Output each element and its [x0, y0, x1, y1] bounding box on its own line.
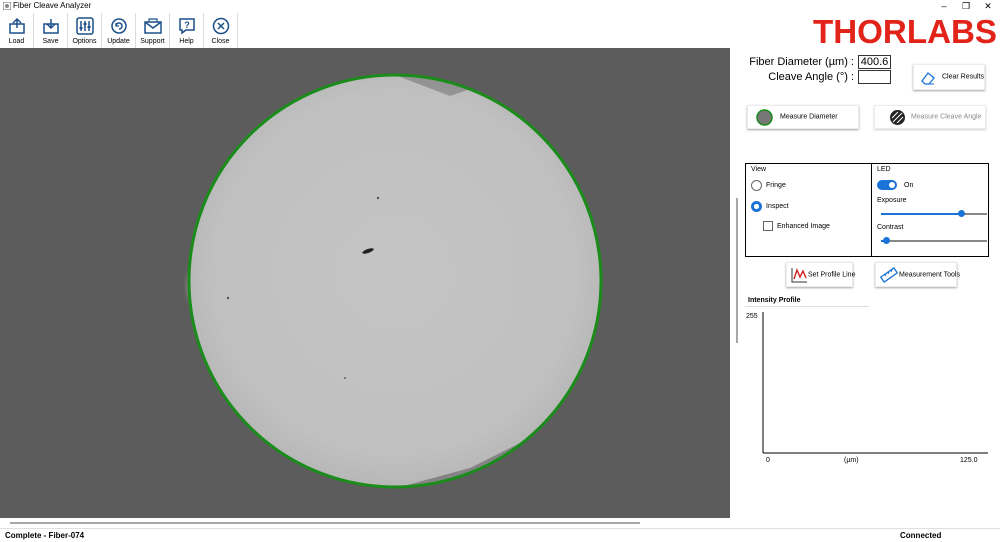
clear-results-label: Clear Results	[942, 73, 985, 81]
contrast-slider[interactable]	[881, 237, 987, 244]
svg-text:?: ?	[184, 20, 190, 30]
set-profile-line-button[interactable]: Set Profile Line	[786, 262, 856, 287]
update-label: Update	[107, 38, 130, 45]
measure-diameter-button[interactable]: Measure Diameter	[747, 105, 859, 129]
horizontal-scroll-thumb[interactable]	[10, 522, 640, 524]
intensity-profile-tab-label: Intensity Profile	[748, 297, 801, 304]
led-panel: LED On Exposure Contrast	[871, 163, 989, 257]
load-icon	[9, 17, 25, 34]
status-text: Complete - Fiber-074	[5, 531, 85, 540]
horizontal-scrollbar[interactable]	[0, 518, 730, 528]
fringe-radio[interactable]	[751, 180, 762, 191]
enhanced-image-checkbox[interactable]	[763, 221, 773, 231]
help-icon: ?	[179, 18, 195, 35]
close-icon	[212, 17, 230, 35]
svg-text:THORLABS: THORLABS	[813, 16, 997, 46]
status-bar: Complete - Fiber-074 Connected	[0, 528, 1000, 542]
fiber-diameter-label: Fiber Diameter (µm) :	[749, 56, 854, 68]
options-button[interactable]: Options	[68, 13, 102, 48]
cleave-angle-value	[858, 70, 891, 84]
intensity-profile-plot: 255 0 (µm) 125.0	[744, 309, 992, 469]
measure-cleave-angle-icon	[890, 110, 905, 125]
exposure-slider-thumb[interactable]	[957, 210, 965, 217]
x-max-label: 125.0	[960, 457, 978, 464]
fiber-end-face	[189, 75, 601, 487]
exposure-slider-fill	[881, 213, 961, 215]
measure-cleave-angle-label: Measure Cleave Angle	[911, 113, 982, 121]
options-icon	[76, 17, 94, 35]
led-toggle[interactable]	[877, 180, 897, 190]
inspect-label: Inspect	[766, 203, 789, 210]
support-label: Support	[140, 38, 165, 45]
maximize-button[interactable]: ❐	[955, 0, 977, 13]
inspect-radio[interactable]	[751, 201, 762, 212]
x-min-label: 0	[766, 457, 770, 464]
update-icon	[111, 18, 127, 34]
measure-diameter-label: Measure Diameter	[780, 113, 838, 121]
save-button[interactable]: Save	[34, 13, 68, 48]
image-viewer[interactable]	[0, 48, 730, 518]
close-button[interactable]: Close	[204, 13, 238, 48]
led-panel-title: LED	[877, 166, 891, 173]
profile-line-icon	[791, 268, 807, 283]
y-max-label: 255	[746, 313, 758, 320]
window-close-button[interactable]: ✕	[977, 0, 999, 13]
measurement-tools-button[interactable]: Measurement Tools	[875, 262, 960, 287]
view-panel-title: View	[751, 166, 767, 173]
app-icon	[3, 2, 11, 10]
measure-cleave-angle-button[interactable]: Measure Cleave Angle	[874, 105, 986, 129]
cleave-angle-label: Cleave Angle (°) :	[768, 71, 854, 83]
eraser-icon	[921, 72, 935, 85]
window-title: Fiber Cleave Analyzer	[13, 1, 92, 10]
clear-results-button[interactable]: Clear Results	[913, 64, 985, 90]
measurement-tools-label: Measurement Tools	[899, 271, 960, 278]
fiber-diameter-value: 400.6	[858, 55, 891, 69]
load-label: Load	[8, 38, 25, 45]
update-button[interactable]: Update	[102, 13, 136, 48]
title-bar: Fiber Cleave Analyzer – ❐ ✕	[0, 0, 1000, 13]
thorlabs-logo: THORLABS	[813, 16, 997, 46]
measure-diameter-icon	[756, 109, 773, 126]
load-button[interactable]: Load	[0, 13, 34, 48]
tab-intensity-profile[interactable]: Intensity Profile	[745, 293, 869, 307]
profile-axes	[762, 312, 988, 454]
close-label: Close	[211, 38, 230, 45]
connection-status: Connected	[900, 531, 942, 540]
ruler-icon	[880, 267, 898, 283]
exposure-label: Exposure	[877, 197, 907, 204]
save-label: Save	[42, 38, 59, 45]
exposure-slider[interactable]	[881, 210, 987, 217]
minimize-button[interactable]: –	[933, 0, 955, 13]
support-icon	[144, 18, 162, 34]
contrast-label: Contrast	[877, 224, 904, 231]
contrast-slider-thumb[interactable]	[883, 237, 891, 244]
save-icon	[43, 19, 59, 34]
help-label: Help	[179, 38, 194, 45]
vertical-scrollbar[interactable]	[736, 198, 738, 343]
set-profile-line-label: Set Profile Line	[808, 271, 856, 278]
support-button[interactable]: Support	[136, 13, 170, 48]
options-label: Options	[72, 38, 97, 45]
fringe-label: Fringe	[766, 182, 786, 189]
help-button[interactable]: ? Help	[170, 13, 204, 48]
enhanced-image-label: Enhanced Image	[777, 223, 830, 230]
x-unit-label: (µm)	[844, 457, 859, 464]
fiber-image	[0, 48, 730, 518]
led-state-label: On	[904, 182, 914, 189]
view-panel: View Fringe Inspect Enhanced Image	[745, 163, 872, 257]
